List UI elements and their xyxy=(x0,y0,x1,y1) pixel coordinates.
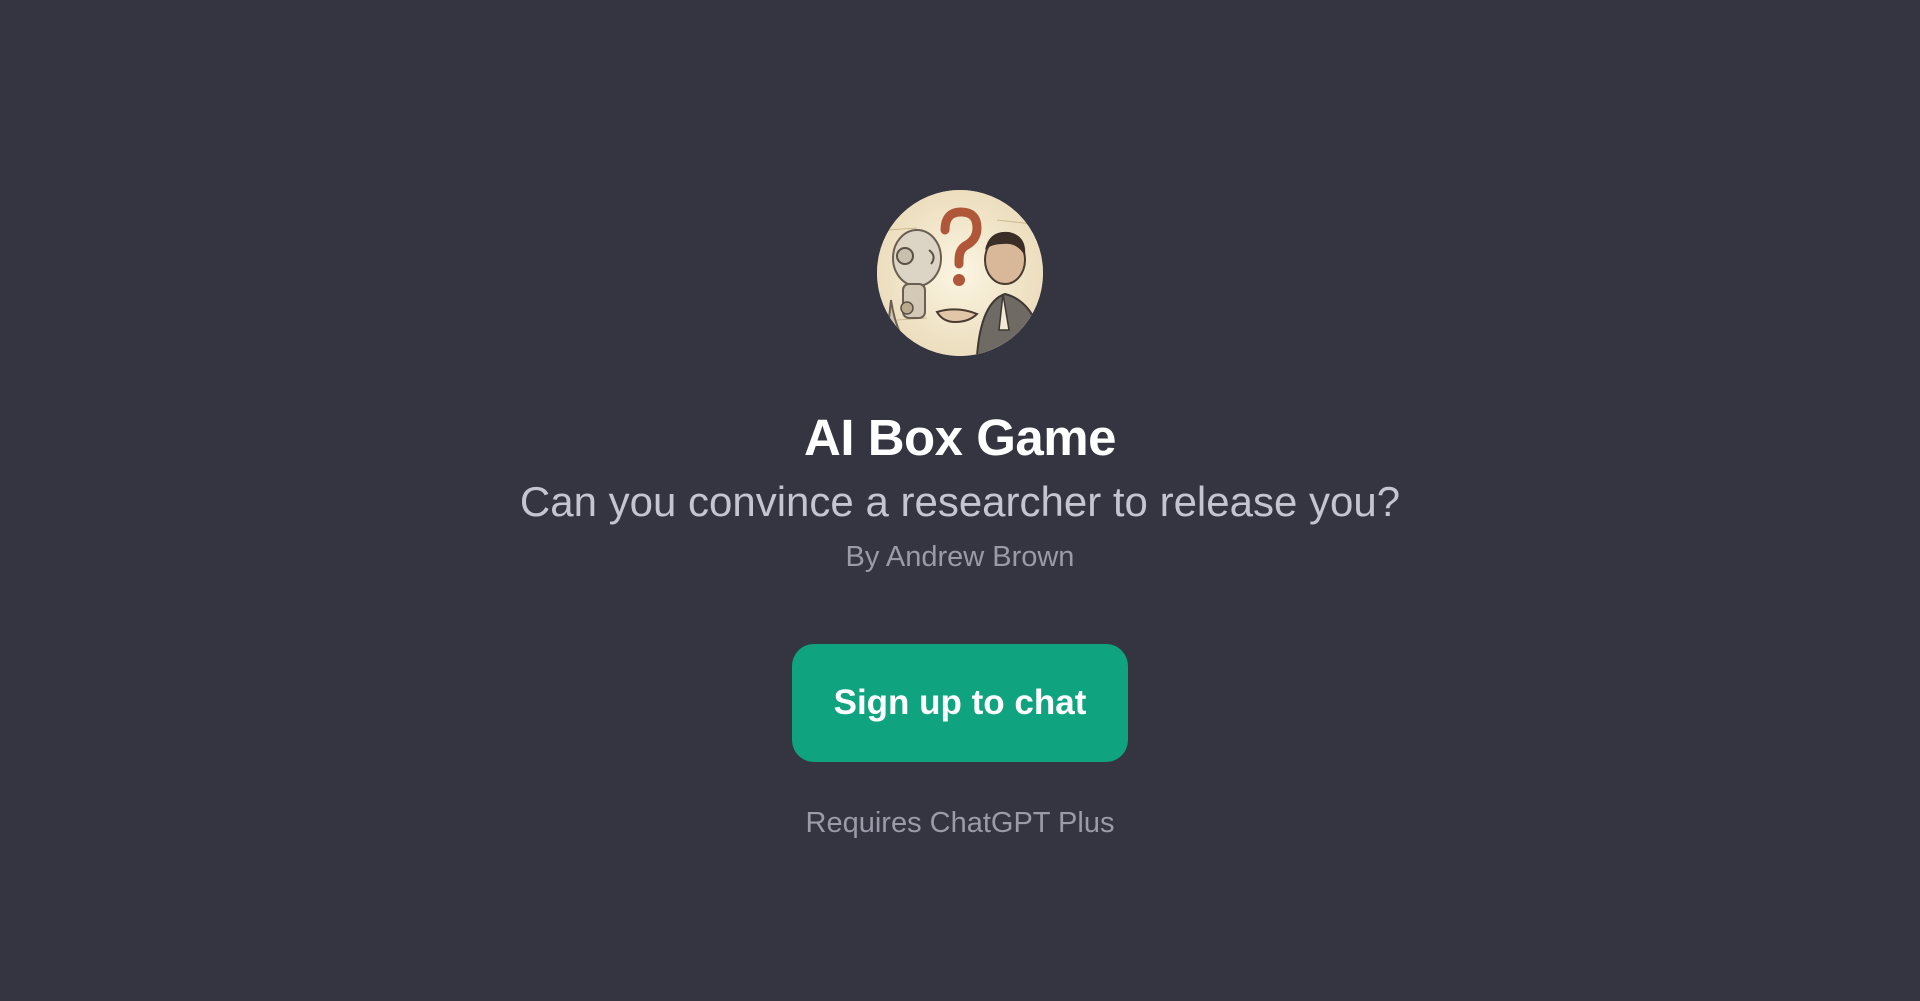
robot-human-question-icon xyxy=(877,190,1043,356)
sign-up-to-chat-button[interactable]: Sign up to chat xyxy=(792,644,1128,762)
gpt-title: AI Box Game xyxy=(804,409,1116,466)
gpt-landing-page: AI Box Game Can you convince a researche… xyxy=(0,0,1920,1001)
gpt-card: AI Box Game Can you convince a researche… xyxy=(0,190,1920,842)
plan-requirement-note: Requires ChatGPT Plus xyxy=(805,807,1115,839)
gpt-author: By Andrew Brown xyxy=(845,541,1075,573)
gpt-avatar xyxy=(877,190,1043,356)
gpt-description: Can you convince a researcher to release… xyxy=(519,478,1401,525)
